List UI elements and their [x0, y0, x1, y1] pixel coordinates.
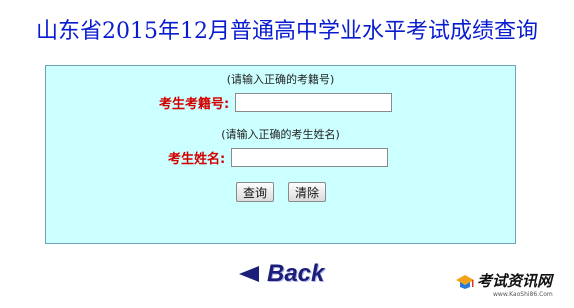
- exam-id-hint: (请输入正确的考籍号): [226, 73, 335, 86]
- back-link[interactable]: Back: [239, 260, 324, 288]
- student-name-row: 考生姓名:: [168, 146, 389, 168]
- exam-id-input[interactable]: [235, 92, 393, 112]
- exam-id-row: 考生考籍号:: [159, 91, 393, 113]
- site-watermark-logo: 考试资讯网 www.KaoShi86.Com: [455, 270, 570, 304]
- back-label: Back: [267, 260, 325, 287]
- exam-id-label: 考生考籍号:: [159, 96, 230, 112]
- page-title: 山东省2015年12月普通高中学业水平考试成绩查询: [36, 19, 538, 44]
- graduation-cap-icon: [456, 275, 474, 289]
- clear-button[interactable]: 清除: [288, 182, 327, 202]
- watermark-url: www.KaoShi86.Com: [493, 291, 553, 298]
- watermark-name: 考试资讯网: [477, 272, 553, 290]
- back-arrow-icon: [239, 266, 259, 282]
- query-form-panel: (请输入正确的考籍号) 考生考籍号: (请输入正确的考生姓名) 考生姓名: 查询…: [45, 65, 516, 244]
- name-hint: (请输入正确的考生姓名): [221, 128, 340, 141]
- student-name-input[interactable]: [231, 147, 389, 167]
- student-name-label: 考生姓名:: [168, 151, 226, 167]
- page: 山东省2015年12月普通高中学业水平考试成绩查询 (请输入正确的考籍号) 考生…: [0, 0, 574, 308]
- query-button[interactable]: 查询: [236, 182, 275, 202]
